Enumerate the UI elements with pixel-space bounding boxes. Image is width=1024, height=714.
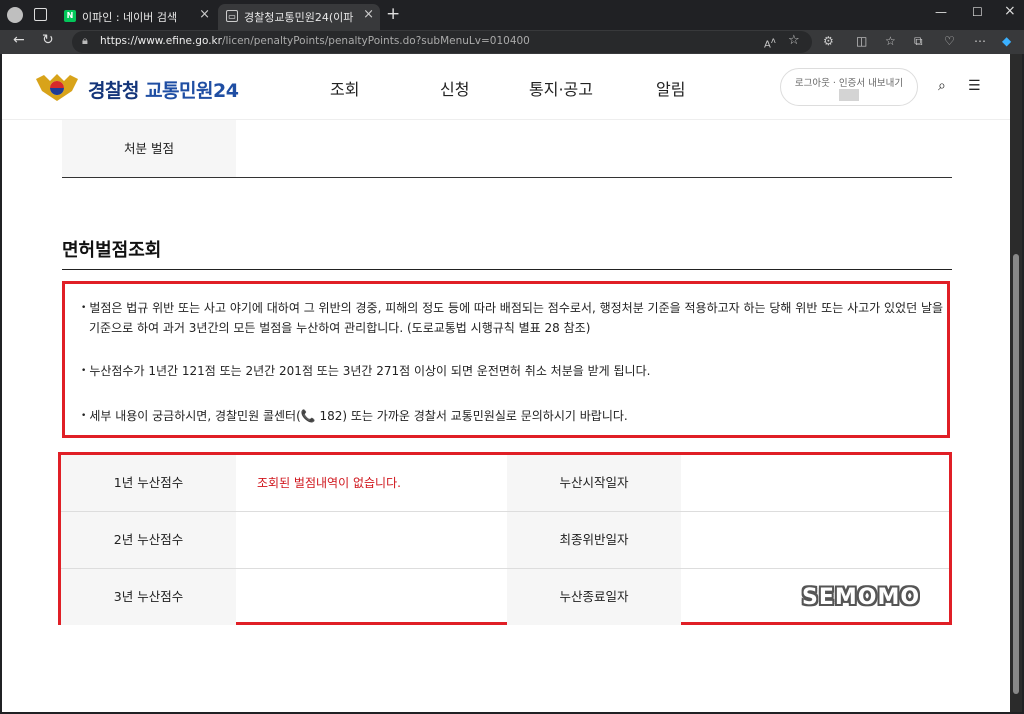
browser-tab-efine[interactable]: ▭ 경찰청교통민원24(이파인) ×: [218, 4, 380, 30]
score-label: 2년 누산점수: [61, 512, 236, 568]
back-icon[interactable]: ←: [13, 32, 25, 48]
logout-cert-export-link[interactable]: 로그아웃 · 인증서 내보내기: [781, 75, 917, 89]
more-menu-icon[interactable]: ⋯: [974, 34, 986, 48]
score-label: 1년 누산점수: [61, 455, 236, 511]
score-value: 조회된 벌점내역이 없습니다.: [257, 476, 401, 490]
browser-tab-naver[interactable]: N 이파인 : 네이버 검색 ×: [56, 4, 216, 30]
browser-tab-bar: N 이파인 : 네이버 검색 × ▭ 경찰청교통민원24(이파인) × + — …: [0, 0, 1024, 30]
split-screen-icon[interactable]: ◫: [856, 34, 867, 48]
favorite-star-icon[interactable]: ☆: [788, 33, 800, 48]
url-bar[interactable]: 🔒︎ https://www.efine.go.kr/licen/penalty…: [72, 31, 812, 53]
read-aloud-icon[interactable]: Aʌ: [764, 35, 776, 50]
lock-icon: 🔒︎: [82, 34, 88, 47]
refresh-icon[interactable]: ↻: [42, 32, 54, 48]
site-header: 경찰청 교통민원24 조회 신청 통지·공고 알림 로그아웃 · 인증서 내보내…: [2, 54, 1010, 120]
close-tab-icon[interactable]: ×: [199, 7, 210, 22]
minimize-icon[interactable]: —: [935, 5, 947, 19]
url-text: https://www.efine.go.kr/licen/penaltyPoi…: [100, 35, 530, 47]
collections-icon[interactable]: ⧉: [914, 34, 923, 49]
copilot-icon[interactable]: ◆: [1002, 34, 1011, 48]
notice-item: 세부 내용이 궁금하시면, 경찰민원 콜센터(📞 182) 또는 가까운 경찰서…: [79, 406, 949, 426]
nav-item-inquiry[interactable]: 조회: [330, 76, 359, 100]
scrollbar-thumb[interactable]: [1013, 254, 1019, 694]
browser-essentials-icon[interactable]: ♡: [944, 34, 955, 48]
disposition-label: 처분 벌점: [62, 120, 236, 177]
watermark: SEMOMO: [802, 585, 921, 610]
notice-item: 누산점수가 1년간 121점 또는 2년간 201점 또는 3년간 271점 이…: [79, 361, 949, 381]
new-tab-icon[interactable]: +: [386, 4, 400, 24]
disposition-row: 처분 벌점: [62, 120, 952, 178]
page-favicon-icon: ▭: [226, 10, 238, 22]
nav-item-alert[interactable]: 알림: [656, 76, 685, 100]
logo-sub-text: 교통민원24: [145, 80, 239, 102]
tab-title: 경찰청교통민원24(이파인): [244, 11, 354, 24]
notice-box: 벌점은 법규 위반 또는 사고 야기에 대하여 그 위반의 경중, 피해의 정도…: [62, 281, 950, 438]
date-label: 최종위반일자: [507, 512, 681, 568]
score-label: 3년 누산점수: [61, 569, 236, 625]
tab-actions-icon[interactable]: [34, 8, 47, 21]
police-emblem-icon[interactable]: [34, 71, 80, 103]
title-divider: [62, 269, 952, 270]
date-label: 누산종료일자: [507, 569, 681, 625]
user-menu-box: 로그아웃 · 인증서 내보내기: [780, 68, 918, 106]
table-row: 2년 누산점수 최종위반일자: [61, 512, 949, 569]
page-scrollbar[interactable]: [1010, 54, 1022, 712]
user-name-redacted: [839, 89, 859, 101]
notice-item: 벌점은 법규 위반 또는 사고 야기에 대하여 그 위반의 경중, 피해의 정도…: [79, 298, 949, 338]
favorites-icon[interactable]: ☆: [885, 34, 896, 48]
table-row: 1년 누산점수 조회된 벌점내역이 없습니다. 누산시작일자: [61, 455, 949, 512]
tab-title: 이파인 : 네이버 검색: [82, 11, 178, 24]
extensions-icon[interactable]: ⚙: [823, 34, 834, 48]
section-title: 면허벌점조회: [62, 240, 162, 261]
profile-avatar[interactable]: [7, 7, 23, 23]
naver-favicon-icon: N: [64, 10, 76, 22]
web-page: 경찰청 교통민원24 조회 신청 통지·공고 알림 로그아웃 · 인증서 내보내…: [2, 54, 1010, 712]
close-window-icon[interactable]: ×: [1004, 3, 1016, 19]
logo-main-text: 경찰청: [88, 80, 139, 102]
nav-item-notice[interactable]: 통지·공고: [529, 76, 593, 100]
maximize-icon[interactable]: ☐: [972, 5, 983, 19]
site-logo[interactable]: 경찰청 교통민원24: [88, 76, 239, 103]
date-label: 누산시작일자: [507, 455, 681, 511]
address-toolbar: ← ↻ 🔒︎ https://www.efine.go.kr/licen/pen…: [0, 30, 1024, 54]
nav-item-apply[interactable]: 신청: [440, 76, 469, 100]
search-icon[interactable]: ⌕: [938, 78, 946, 94]
close-tab-icon[interactable]: ×: [363, 7, 374, 22]
hamburger-menu-icon[interactable]: ☰: [968, 78, 981, 94]
